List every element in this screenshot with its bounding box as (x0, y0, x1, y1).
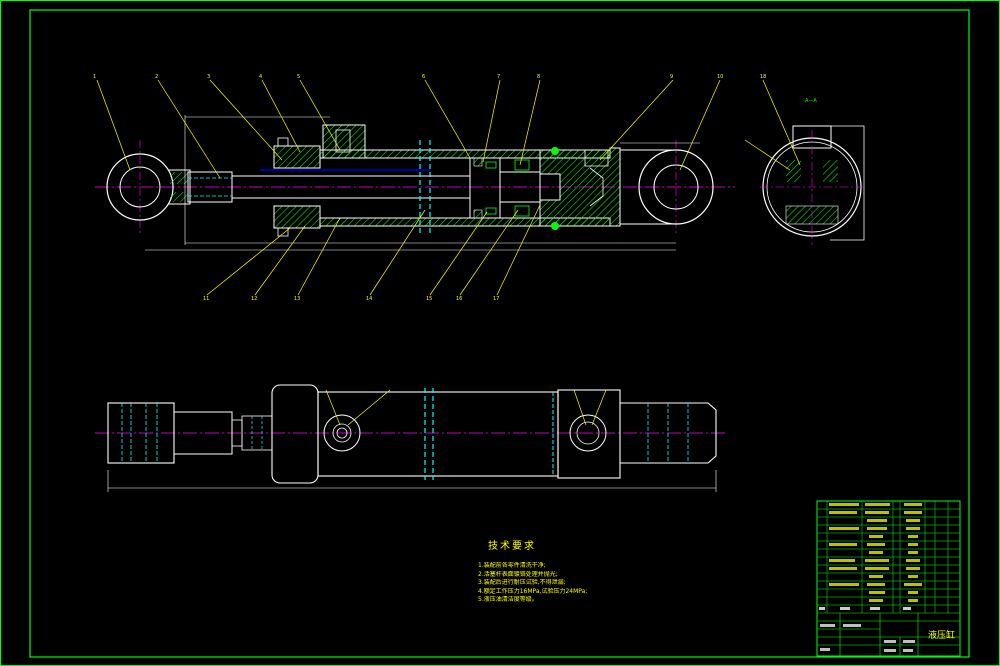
gland-flange (271, 384, 319, 484)
svg-text:11: 11 (203, 296, 209, 302)
svg-text:A—A: A—A (805, 98, 817, 104)
svg-text:12: 12 (251, 296, 257, 302)
svg-text:1: 1 (93, 74, 96, 80)
cap-boss (557, 389, 621, 479)
svg-text:17: 17 (493, 296, 499, 302)
svg-text:18: 18 (760, 74, 766, 80)
technical-note: 3.装配后进行耐压试验,不得泄漏; (478, 579, 566, 586)
technical-note: 4.额定工作压力16MPa,试验压力24MPa; (478, 587, 588, 595)
svg-text:13: 13 (294, 296, 300, 302)
svg-text:16: 16 (456, 296, 462, 302)
end-view: 18 A—A (744, 74, 866, 245)
gland-upper (273, 145, 321, 169)
svg-text:5: 5 (297, 74, 300, 80)
cylinder-section-view: 123 456 789 10 11 12 13 14 15 16 17 (93, 74, 735, 302)
svg-text:4: 4 (259, 74, 262, 80)
svg-text:6: 6 (422, 74, 425, 80)
seal-dot-upper (551, 147, 559, 155)
svg-text:9: 9 (670, 74, 673, 80)
technical-note: 2.活塞杆表面镀铬处理并抛光; (478, 570, 558, 578)
sheet-inner-frame (29, 9, 970, 658)
svg-text:15: 15 (426, 296, 432, 302)
svg-text:8: 8 (537, 74, 540, 80)
svg-text:14: 14 (366, 296, 372, 302)
svg-text:7: 7 (497, 74, 500, 80)
seal-dot-lower (551, 222, 559, 230)
drawing-name: 液压缸 (928, 631, 956, 641)
technical-note: 1.装配前各零件清洗干净; (478, 562, 546, 569)
piston (469, 157, 501, 219)
svg-text:10: 10 (717, 74, 723, 80)
cylinder-exterior-view (95, 384, 728, 492)
technical-note: 5.液压油清洁度等级。 (478, 596, 538, 603)
gland-lower (273, 205, 321, 229)
technical-requirements-notes: 1.装配前各零件清洗干净; 2.活塞杆表面镀铬处理并抛光; 3.装配后进行耐压试… (478, 562, 618, 605)
barrel-exterior (317, 391, 559, 477)
technical-requirements-title: 技术要求 (488, 541, 536, 552)
svg-text:3: 3 (207, 74, 210, 80)
svg-text:2: 2 (155, 74, 158, 80)
